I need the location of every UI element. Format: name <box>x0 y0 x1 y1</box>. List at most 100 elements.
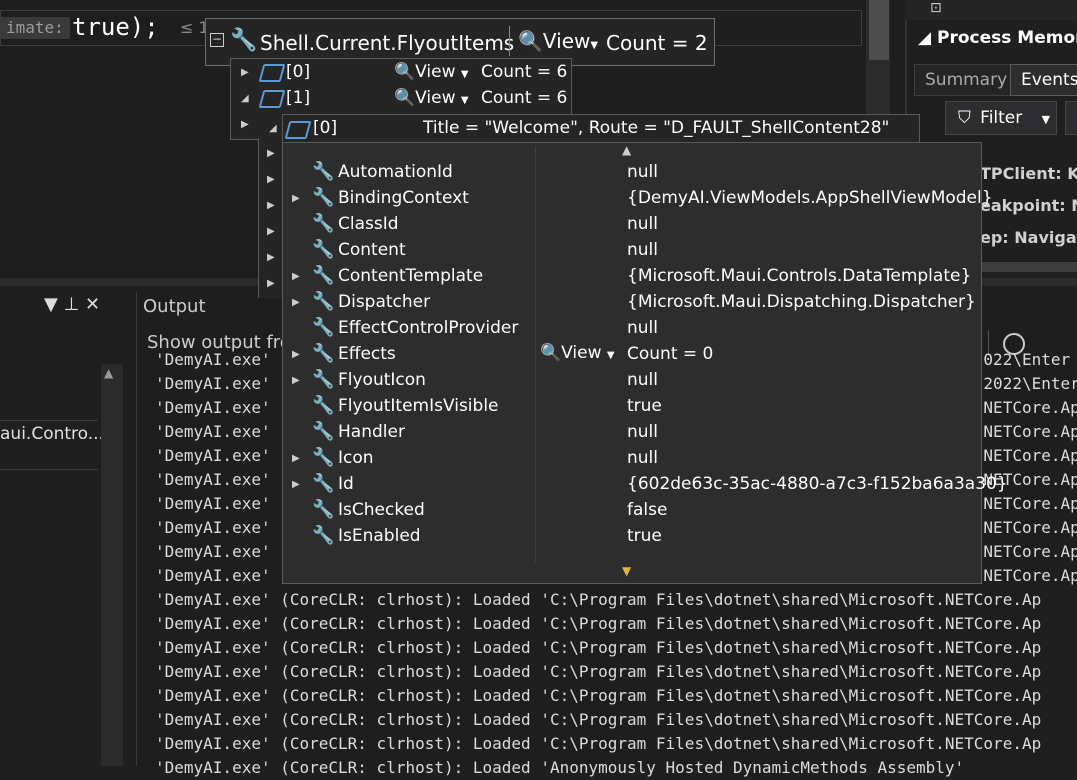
property-name[interactable]: ContentTemplate <box>338 266 483 286</box>
collapse-arrow-icon[interactable]: ◢ <box>241 93 249 104</box>
process-memory-title: Process Memory ( <box>937 28 1077 48</box>
wrench-icon: 🔧 <box>312 265 335 286</box>
property-value[interactable]: true <box>627 396 662 416</box>
view-button[interactable]: 🔍View ▼ <box>394 62 469 82</box>
property-value[interactable]: null <box>627 214 658 234</box>
object-icon <box>284 121 312 139</box>
wrench-icon: 🔧 <box>312 161 335 182</box>
wrench-icon: 🔧 <box>312 291 335 312</box>
expand-arrow-icon[interactable]: ▶ <box>292 453 300 464</box>
expand-arrow-icon[interactable]: ▶ <box>267 174 275 185</box>
property-value[interactable]: {DemyAI.ViewModels.AppShellViewModel} <box>627 188 993 208</box>
property-name[interactable]: Id <box>338 474 354 494</box>
output-line: 'DemyAI.exe' (CoreCLR: clrhost): Loaded … <box>155 710 1042 729</box>
diagnostic-tabs: Summary Events <box>914 64 1077 96</box>
view-button[interactable]: 🔍View▼ <box>518 29 598 53</box>
property-name[interactable]: Handler <box>338 422 405 442</box>
property-name[interactable]: IsChecked <box>338 500 425 520</box>
event-text: ep: Navigato <box>980 228 1077 247</box>
scroll-up-arrow-icon[interactable]: ▲ <box>104 366 113 380</box>
wrench-icon: 🔧 <box>312 395 335 416</box>
window-controls[interactable]: ▼ ⊥ ✕ <box>44 294 100 315</box>
property-value[interactable]: null <box>627 240 658 260</box>
property-value[interactable]: false <box>627 500 667 520</box>
property-value[interactable]: Count = 0 <box>627 344 713 364</box>
tab-summary[interactable]: Summary <box>914 64 1019 96</box>
property-name[interactable]: BindingContext <box>338 188 469 208</box>
property-name[interactable]: ClassId <box>338 214 399 234</box>
process-memory-header[interactable]: ◢ Process Memory ( <box>918 28 1077 48</box>
expand-arrow-icon[interactable]: ▶ <box>267 252 275 263</box>
collapse-icon[interactable]: − <box>210 33 224 47</box>
expand-arrow-icon[interactable]: ▶ <box>241 119 249 130</box>
property-name[interactable]: Effects <box>338 344 396 364</box>
property-name[interactable]: EffectControlProvider <box>338 318 518 338</box>
output-title: Output <box>143 296 206 317</box>
output-scrollbar[interactable] <box>101 364 123 766</box>
expand-arrow-icon[interactable]: ▶ <box>292 479 300 490</box>
property-value[interactable]: null <box>627 448 658 468</box>
expand-arrow-icon[interactable]: ▶ <box>267 226 275 237</box>
magnifier-icon: 🔍 <box>518 29 543 53</box>
expanded-item-header[interactable]: ◢ [0] Title = "Welcome", Route = "D_FAUL… <box>269 114 920 144</box>
datatip-count: Count = 2 <box>606 31 708 55</box>
collapse-arrow-icon[interactable]: ◢ <box>269 123 277 134</box>
expand-arrow-icon[interactable]: ▶ <box>292 297 300 308</box>
chevron-down-icon: ▼ <box>590 40 599 51</box>
expand-arrow-icon[interactable]: ▶ <box>267 200 275 211</box>
property-name[interactable]: Content <box>338 240 406 260</box>
child-index[interactable]: [1] <box>286 88 310 108</box>
property-name[interactable]: AutomationId <box>338 162 453 182</box>
code-text[interactable]: true); <box>72 10 159 44</box>
expand-arrow-icon[interactable]: ▶ <box>292 349 300 360</box>
nested-tree-stub: ▶ ▶ ▶ ▶ ▶ ▶ <box>258 138 285 298</box>
property-name[interactable]: Icon <box>338 448 374 468</box>
filter-button[interactable]: ⛉ Filter ▼ <box>945 101 1057 135</box>
property-value[interactable]: {602de63c-35ac-4880-a7c3-f152ba6a3a30} <box>627 474 1008 494</box>
expand-arrow-icon[interactable]: ▶ <box>292 193 300 204</box>
parameter-hint: imate: <box>0 17 70 39</box>
tab-events[interactable]: Events <box>1010 64 1077 96</box>
diagnostic-extra-button[interactable] <box>1065 101 1077 135</box>
property-name[interactable]: FlyoutItemIsVisible <box>338 396 499 416</box>
magnifier-icon: 🔍 <box>394 62 416 82</box>
expand-arrow-icon[interactable]: ▶ <box>292 375 300 386</box>
property-name[interactable]: Dispatcher <box>338 292 430 312</box>
output-line: 'DemyAI.exe' (CoreCLR: clrhost): Loaded … <box>155 734 1042 753</box>
child-index[interactable]: [0] <box>286 62 310 82</box>
expand-arrow-icon[interactable]: ▶ <box>241 67 249 78</box>
scroll-up-icon[interactable]: ▲ <box>622 143 631 157</box>
expand-arrow-icon[interactable]: ▶ <box>267 148 275 159</box>
view-button[interactable]: 🔍View ▼ <box>540 343 615 363</box>
list-item-label: aui.Contro... <box>0 424 104 444</box>
datatip-expression[interactable]: Shell.Current.FlyoutItems <box>260 31 514 55</box>
scroll-down-icon[interactable]: ▼ <box>622 564 631 578</box>
wrench-icon: 🔧 <box>312 239 335 260</box>
property-value[interactable]: {Microsoft.Maui.Controls.DataTemplate} <box>627 266 971 286</box>
expand-arrow-icon[interactable]: ▶ <box>267 278 275 289</box>
diagnostic-hscrollbar[interactable] <box>980 262 1077 272</box>
property-value[interactable]: null <box>627 370 658 390</box>
property-value[interactable]: true <box>627 526 662 546</box>
magnifier-icon: 🔍 <box>540 343 562 363</box>
wrench-icon: 🔧 <box>312 421 335 442</box>
property-value[interactable]: {Microsoft.Maui.Dispatching.Dispatcher} <box>627 292 976 312</box>
expand-arrow-icon[interactable]: ▶ <box>292 271 300 282</box>
property-value[interactable]: null <box>627 162 658 182</box>
event-text: TPClient: K <box>980 164 1077 183</box>
property-value[interactable]: null <box>627 422 658 442</box>
property-name[interactable]: IsEnabled <box>338 526 421 546</box>
editor-scroll-thumb[interactable] <box>869 0 889 60</box>
property-value[interactable]: null <box>627 318 658 338</box>
wrench-icon: 🔧 <box>312 213 335 234</box>
chevron-down-icon: ▼ <box>460 95 469 106</box>
column-divider[interactable] <box>535 146 536 562</box>
select-tools-icon[interactable]: ⊡ <box>930 0 942 16</box>
view-button[interactable]: 🔍View ▼ <box>394 88 469 108</box>
chevron-down-icon: ▼ <box>460 69 469 80</box>
output-line: 'DemyAI.exe' (CoreCLR: clrhost): Loaded … <box>155 638 1042 657</box>
wrench-icon: 🔧 <box>230 28 258 53</box>
filter-icon: ⛉ <box>958 108 971 128</box>
view-label: View <box>415 88 456 108</box>
property-name[interactable]: FlyoutIcon <box>338 370 426 390</box>
